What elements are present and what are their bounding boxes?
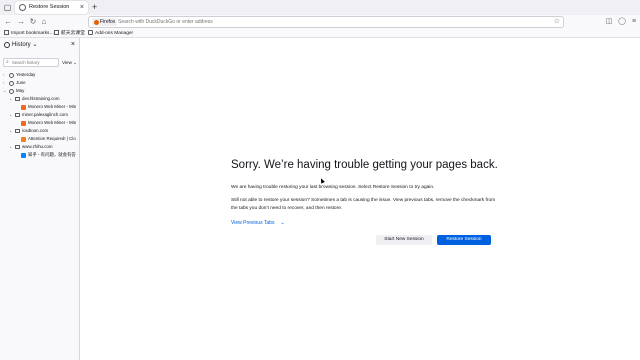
history-row-label: miner.palexaglinch.com <box>22 112 68 117</box>
identity-label: Firefox <box>100 19 116 25</box>
history-row-label: June <box>16 80 26 85</box>
help-text: Still not able to restore your session? … <box>231 198 496 211</box>
twisty-icon[interactable]: › <box>3 79 4 87</box>
search-icon: ⌕ <box>6 59 9 65</box>
history-row-label: Monero Web Miner - Min <box>28 104 77 109</box>
twisty-icon[interactable]: ⌄ <box>9 143 12 151</box>
folder-icon <box>15 144 20 149</box>
description-text: We are having trouble restoring your las… <box>231 185 435 190</box>
history-clock-icon <box>4 42 10 48</box>
history-search[interactable]: ⌕ <box>3 58 59 67</box>
page-title: Sorry. We’re having trouble getting your… <box>231 159 498 171</box>
reload-icon[interactable]: ↻ <box>28 17 38 27</box>
pocket-icon[interactable]: ◫ <box>604 17 614 27</box>
monero-icon <box>21 104 26 110</box>
history-row-label: 知乎 - 有问题，就会有答 <box>28 152 76 157</box>
history-row-label: Monero Web Miner - Min <box>28 120 77 125</box>
history-row-label: Attention Required! | Clo <box>28 136 76 141</box>
tab-list-icon[interactable]: ▢ <box>3 3 12 12</box>
menu-icon[interactable]: ≡ <box>629 17 639 27</box>
clock-icon <box>9 80 14 86</box>
bookmark-item[interactable]: Add-ons Manager <box>88 29 133 38</box>
twisty-icon[interactable]: ⌄ <box>9 127 12 135</box>
nav-bar: ← → ↻ ⌂ Firefox ☆ ◫ ◯ ≡ <box>0 15 640 29</box>
folder-icon <box>15 128 20 133</box>
view-previous-tabs-label: View Previous Tabs <box>231 220 275 226</box>
firefox-icon <box>94 19 99 25</box>
twisty-icon[interactable]: › <box>3 71 4 79</box>
sidebar-title[interactable]: History ⌄ <box>12 41 37 49</box>
identity-box[interactable]: Firefox <box>92 18 118 26</box>
tab-close-icon[interactable]: × <box>80 3 84 12</box>
mouse-cursor-icon <box>319 177 325 184</box>
zhihu-icon <box>21 152 26 158</box>
tab-bar: ▢ Restore Session × + <box>0 0 640 15</box>
cloudflare-icon <box>21 136 26 142</box>
history-tree-row[interactable]: ⌄ icadtoon.com <box>0 127 79 135</box>
restore-session-favicon-icon <box>19 4 26 11</box>
history-sidebar: History ⌄ × ⌕ View ⌄ › Yesterday › June ⌄ May… <box>0 38 80 360</box>
history-tree-row[interactable]: ⌄ www.zhihu.com <box>0 143 79 151</box>
history-tree-row[interactable]: Monero Web Miner - Min <box>0 119 79 127</box>
history-tree-row[interactable]: ⌄ miner.palexaglinch.com <box>0 111 79 119</box>
view-button[interactable]: View ⌄ <box>62 58 77 67</box>
folder-icon <box>15 112 20 117</box>
tab-restore-session[interactable]: Restore Session × <box>15 1 88 14</box>
history-tree-row[interactable]: Monero Web Miner - Min <box>0 103 79 111</box>
twisty-icon[interactable]: ⌄ <box>3 87 6 95</box>
history-tree-row[interactable]: ⌄ May <box>0 87 79 95</box>
history-row-label: dev.hlstraining.com <box>22 96 60 101</box>
home-icon[interactable]: ⌂ <box>39 17 49 27</box>
history-row-label: May <box>16 88 25 93</box>
folder-icon <box>15 96 20 101</box>
history-search-input[interactable] <box>12 59 58 66</box>
history-tree-row[interactable]: › Yesterday <box>0 71 79 79</box>
history-tree-row[interactable]: Attention Required! | Clo <box>0 135 79 143</box>
bookmarks-toolbar: Import bookmarks… 航天云课堂 Add-ons Manager <box>0 29 640 38</box>
sidebar-close-icon[interactable]: × <box>71 41 75 49</box>
history-row-label: Yesterday <box>16 72 36 77</box>
history-tree-row[interactable]: ⌄ dev.hlstraining.com <box>0 95 79 103</box>
puzzle-icon <box>88 29 93 35</box>
chevron-down-icon: ⌄ <box>280 220 285 226</box>
bookmark-item[interactable]: Import bookmarks… <box>4 29 54 38</box>
twisty-icon[interactable]: ⌄ <box>9 95 12 103</box>
url-bar[interactable]: Firefox ☆ <box>88 16 564 28</box>
start-new-session-button[interactable]: Start New Session <box>376 235 432 245</box>
history-row-label: icadtoon.com <box>22 128 49 133</box>
tab-title: Restore Session <box>29 4 70 10</box>
clock-icon <box>9 88 14 94</box>
account-icon[interactable]: ◯ <box>617 17 627 27</box>
history-tree-row[interactable]: › June <box>0 79 79 87</box>
restore-session-button[interactable]: Restore Session <box>437 235 491 245</box>
view-previous-tabs-button[interactable]: View Previous Tabs ⌄ <box>231 219 285 227</box>
back-icon[interactable]: ← <box>3 17 13 27</box>
new-tab-button[interactable]: + <box>92 2 97 12</box>
bookmark-item[interactable]: 航天云课堂 <box>54 29 85 38</box>
forward-icon[interactable]: → <box>16 17 26 27</box>
url-input[interactable] <box>118 18 518 26</box>
history-tree-row[interactable]: 知乎 - 有问题，就会有答 <box>0 151 79 159</box>
bookmark-star-icon[interactable]: ☆ <box>554 17 560 27</box>
import-icon <box>4 29 9 35</box>
monero-icon <box>21 120 26 126</box>
restore-session-page: Sorry. We’re having trouble getting your… <box>81 38 640 360</box>
history-row-label: www.zhihu.com <box>22 144 53 149</box>
folder-icon <box>54 29 59 35</box>
clock-icon <box>9 72 14 78</box>
twisty-icon[interactable]: ⌄ <box>9 111 12 119</box>
